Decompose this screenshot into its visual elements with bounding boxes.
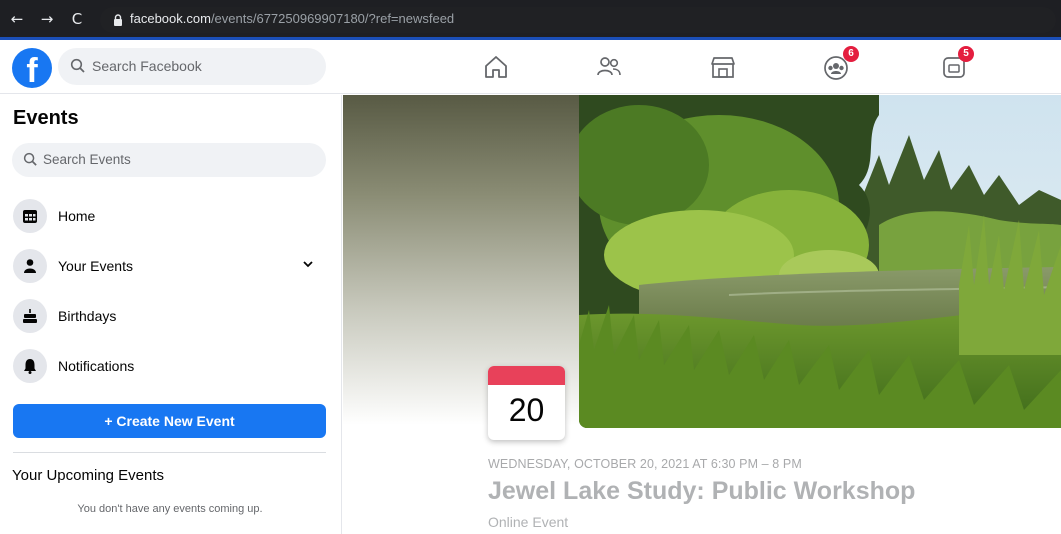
upcoming-events-empty-message: You don't have any events coming up.	[77, 503, 263, 515]
calendar-grid-icon	[13, 199, 47, 233]
sidebar-item-notifications[interactable]: Notifications	[10, 347, 330, 387]
cake-icon	[13, 299, 47, 333]
lock-icon	[114, 14, 122, 26]
back-arrow-icon[interactable]: ←	[8, 10, 26, 28]
event-location: Online Event	[488, 514, 569, 530]
sidebar-title: Events	[13, 107, 79, 129]
friends-icon[interactable]	[595, 54, 623, 80]
calendar-top-strip	[488, 366, 565, 385]
sidebar-item-label: Birthdays	[58, 308, 117, 324]
sidebar-item-label: Notifications	[58, 358, 135, 374]
event-day-number: 20	[508, 392, 545, 428]
home-icon[interactable]	[482, 54, 510, 80]
event-cover-photo	[579, 95, 1061, 428]
search-placeholder: Search Events	[43, 152, 131, 167]
upcoming-events-heading: Your Upcoming Events	[12, 467, 165, 484]
reload-icon[interactable]: C	[68, 10, 86, 28]
sidebar-item-home[interactable]: Home	[10, 197, 330, 237]
groups-badge: 6	[843, 46, 859, 62]
create-new-event-button[interactable]: + Create New Event	[13, 404, 326, 438]
event-date-line: WEDNESDAY, OCTOBER 20, 2021 AT 6:30 PM –…	[488, 457, 802, 471]
gaming-badge: 5	[958, 46, 974, 62]
chevron-down-icon[interactable]	[302, 259, 314, 269]
sidebar-item-birthdays[interactable]: Birthdays	[10, 297, 330, 337]
search-placeholder: Search Facebook	[92, 58, 202, 74]
event-title: Jewel Lake Study: Public Workshop	[488, 477, 916, 505]
url-domain: facebook.com	[130, 11, 211, 26]
sidebar-item-your-events[interactable]: Your Events	[10, 247, 330, 287]
facebook-search-input[interactable]: Search Facebook	[58, 48, 326, 85]
event-date-card: 20	[488, 366, 565, 440]
facebook-logo[interactable]: f	[12, 48, 52, 88]
url-path: /events/677250969907180/?ref=newsfeed	[210, 11, 455, 26]
sidebar-divider	[13, 452, 326, 453]
sidebar-item-label: Home	[58, 208, 96, 224]
sidebar-item-label: Your Events	[58, 258, 133, 274]
bell-icon	[13, 349, 47, 383]
search-icon	[70, 58, 85, 73]
search-icon	[23, 152, 37, 166]
forward-arrow-icon[interactable]: →	[38, 10, 56, 28]
events-search-input[interactable]: Search Events	[12, 143, 326, 177]
url-text: facebook.com/events/677250969907180/?ref…	[130, 11, 454, 26]
marketplace-icon[interactable]	[709, 54, 737, 80]
person-icon	[13, 249, 47, 283]
